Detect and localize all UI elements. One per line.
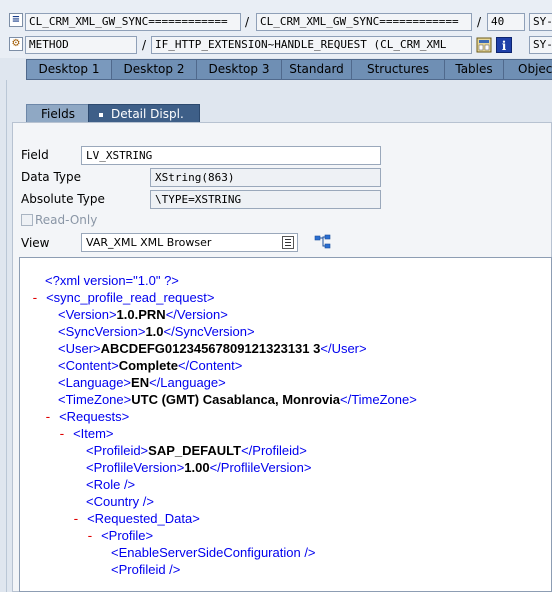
xml-declaration: <?xml version="1.0" ?> <box>45 273 179 288</box>
abstype-label: Absolute Type <box>21 192 105 206</box>
sy-field-1[interactable]: SY- <box>529 13 552 31</box>
sy-field-2[interactable]: SY- <box>529 36 552 54</box>
view-select-value: VAR_XML XML Browser <box>86 236 212 249</box>
collapse-icon: - <box>58 427 66 442</box>
tab-standard[interactable]: Standard <box>281 59 352 80</box>
view-label: View <box>21 236 50 250</box>
tab-tables[interactable]: Tables <box>444 59 504 80</box>
event-type-field[interactable]: METHOD <box>25 36 137 54</box>
display-source-icon[interactable] <box>476 37 492 53</box>
collapse-icon: - <box>86 529 94 544</box>
xml-line-role: <Role /> <box>86 477 136 492</box>
collapse-icon: - <box>44 410 52 425</box>
xml-line-user: <User>ABCDEFG01234567809121323131 3</Use… <box>58 341 367 357</box>
xml-value: UTC (GMT) Casablanca, Monrovia <box>131 392 340 407</box>
xml-tag: <Requests> <box>59 409 130 424</box>
xml-value: EN <box>131 375 150 390</box>
tree-hierarchy-icon[interactable] <box>314 234 332 250</box>
xml-tag: </TimeZone> <box>339 392 417 407</box>
xml-tag: </Version> <box>165 307 228 322</box>
xml-tag: </Content> <box>177 358 243 373</box>
separator: / <box>477 15 482 29</box>
field-input[interactable]: LV_XSTRING <box>81 146 381 165</box>
method-icon: ⚙ <box>9 37 23 51</box>
xml-tag: <ProflileVersion> <box>86 460 185 475</box>
separator: / <box>245 15 250 29</box>
include-field[interactable]: CL_CRM_XML_GW_SYNC============ <box>256 13 472 31</box>
xml-tag: <sync_profile_read_request> <box>46 290 215 305</box>
subtab-detail-display[interactable]: Detail Displ. <box>88 104 200 123</box>
xml-value: 1.0.PRN <box>116 307 166 322</box>
xml-tag: <Requested_Data> <box>87 511 200 526</box>
subtab-fields[interactable]: Fields <box>26 104 90 123</box>
xml-line-version: <Version>1.0.PRN</Version> <box>58 307 228 323</box>
xml-tag: <Version> <box>58 307 117 322</box>
xml-line-syncversion: <SyncVersion>1.0</SyncVersion> <box>58 324 255 340</box>
xml-tag: </User> <box>320 341 367 356</box>
collapse-icon: - <box>31 291 39 306</box>
tab-objects[interactable]: Objec <box>503 59 552 80</box>
xml-tag: </ProflileVersion> <box>209 460 312 475</box>
xml-value: 1.0 <box>145 324 164 339</box>
datatype-label: Data Type <box>21 170 82 184</box>
xml-line-profileid: <Profileid>SAP_DEFAULT</Profileid> <box>86 443 307 459</box>
separator: / <box>142 38 147 52</box>
event-name-field[interactable]: IF_HTTP_EXTENSION~HANDLE_REQUEST (CL_CRM… <box>151 36 472 54</box>
xml-value: Complete <box>118 358 178 373</box>
field-label: Field <box>21 148 49 162</box>
xml-value: SAP_DEFAULT <box>148 443 242 458</box>
xml-tag: </Language> <box>149 375 226 390</box>
datatype-value: XString(863) <box>150 168 381 187</box>
view-select[interactable]: VAR_XML XML Browser <box>81 233 298 252</box>
collapse-icon: - <box>72 512 80 527</box>
info-icon[interactable]: i <box>496 37 512 53</box>
xml-browser[interactable]: <?xml version="1.0" ?> - <sync_profile_r… <box>19 257 552 592</box>
xml-line-country: <Country /> <box>86 494 154 509</box>
xml-tag: <User> <box>58 341 101 356</box>
xml-value: ABCDEFG01234567809121323131 3 <box>100 341 321 356</box>
tab-structures[interactable]: Structures <box>351 59 445 80</box>
readonly-label: Read-Only <box>35 213 98 227</box>
xml-tag: <TimeZone> <box>58 392 132 407</box>
xml-node-profile[interactable]: - <Profile> <box>86 528 153 545</box>
xml-node-requested-data[interactable]: - <Requested_Data> <box>72 511 200 528</box>
xml-line-profileid-empty: <Profileid /> <box>111 562 181 577</box>
xml-line-profileversion: <ProflileVersion>1.00</ProflileVersion> <box>86 460 312 476</box>
program-field[interactable]: CL_CRM_XML_GW_SYNC============ <box>25 13 241 31</box>
tab-desktop-1[interactable]: Desktop 1 <box>26 59 112 80</box>
tab-desktop-3[interactable]: Desktop 3 <box>196 59 282 80</box>
class-icon: ≡ <box>9 13 23 27</box>
xml-line-language: <Language>EN</Language> <box>58 375 226 391</box>
active-bullet-icon <box>99 112 103 117</box>
dropdown-list-icon[interactable] <box>282 236 294 249</box>
xml-tag: <Content> <box>58 358 119 373</box>
xml-line-content: <Content>Complete</Content> <box>58 358 242 374</box>
xml-line-enable-serverside: <EnableServerSideConfiguration /> <box>111 545 316 560</box>
svg-text:i: i <box>502 39 507 53</box>
readonly-checkbox[interactable] <box>21 214 33 226</box>
xml-tag: <SyncVersion> <box>58 324 146 339</box>
xml-line-timezone: <TimeZone>UTC (GMT) Casablanca, Monrovia… <box>58 392 417 408</box>
xml-value: 1.00 <box>184 460 210 475</box>
xml-tag: <Profileid> <box>86 443 149 458</box>
xml-tag: </SyncVersion> <box>163 324 255 339</box>
xml-node-sync-profile[interactable]: - <sync_profile_read_request> <box>31 290 214 307</box>
xml-tag: </Profileid> <box>241 443 307 458</box>
line-number-field[interactable]: 40 <box>487 13 525 31</box>
abstype-value: \TYPE=XSTRING <box>150 190 381 209</box>
subtab-detail-label: Detail Displ. <box>111 107 184 121</box>
xml-node-item[interactable]: - <Item> <box>58 426 114 443</box>
xml-tag: <Language> <box>58 375 132 390</box>
xml-tag: <Profile> <box>101 528 154 543</box>
xml-node-requests[interactable]: - <Requests> <box>44 409 129 426</box>
tab-desktop-2[interactable]: Desktop 2 <box>111 59 197 80</box>
xml-tag: <Item> <box>73 426 114 441</box>
